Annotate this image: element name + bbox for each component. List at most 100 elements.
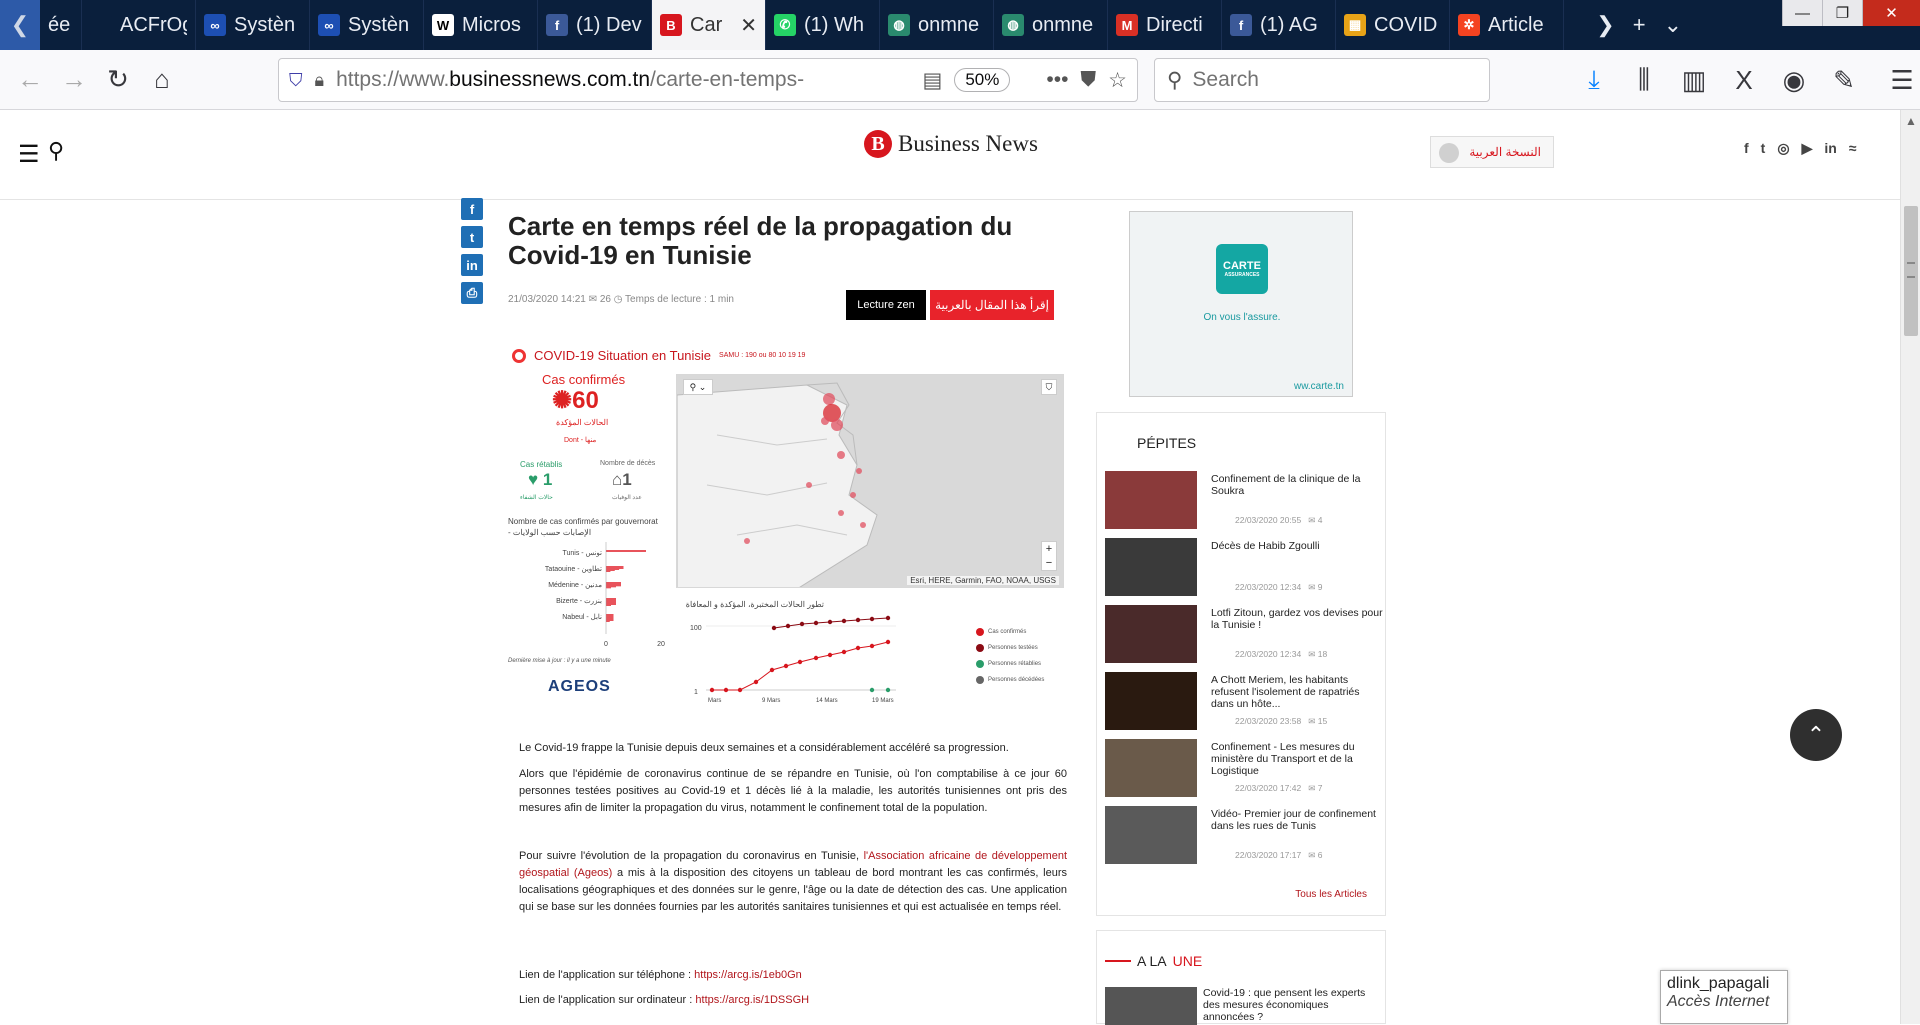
tab-5[interactable]: f (1) Dev <box>538 0 652 50</box>
pepite-thumbnail[interactable] <box>1105 739 1197 797</box>
bookmark-star-icon[interactable]: ☆ <box>1108 68 1127 93</box>
pepite-item[interactable]: Vidéo- Premier jour de confinement dans … <box>1105 806 1385 868</box>
site-menu-icon[interactable]: ☰ <box>18 140 40 169</box>
pepite-thumbnail[interactable] <box>1105 605 1197 663</box>
tab-11[interactable]: f (1) AG <box>1222 0 1336 50</box>
close-window-button[interactable]: ✕ <box>1862 0 1920 26</box>
pepite-item[interactable]: A Chott Meriem, les habitants refusent l… <box>1105 672 1385 734</box>
rss-icon[interactable]: ≈ <box>1849 140 1857 157</box>
tab-6[interactable]: B Car ✕ <box>652 0 766 50</box>
reload-button[interactable]: ↻ <box>96 58 140 102</box>
phone-app-link[interactable]: https://arcg.is/1eb0Gn <box>694 969 802 981</box>
url-bar[interactable]: ⛉ 🔒︎ https://www.businessnews.com.tn/car… <box>278 58 1138 102</box>
tab-10[interactable]: M Directi <box>1108 0 1222 50</box>
home-button[interactable]: ⌂ <box>140 58 184 102</box>
a-la-une-thumbnail[interactable] <box>1105 987 1197 1025</box>
tab-2[interactable]: ∞ Systèn <box>196 0 310 50</box>
new-tab-button[interactable]: + <box>1633 12 1646 38</box>
scroll-tabs-left-button[interactable]: ❮ <box>0 0 40 50</box>
tab-1[interactable]: ACFrOgCr <box>82 0 196 50</box>
shield-icon[interactable]: ⛉ <box>289 70 303 91</box>
pepite-title[interactable]: Décès de Habib Zgoulli <box>1211 540 1385 552</box>
desktop-app-link[interactable]: https://arcg.is/1DSSGH <box>695 994 809 1006</box>
close-tab-icon[interactable]: ✕ <box>740 13 757 38</box>
list-all-tabs-button[interactable]: ⌄ <box>1664 12 1682 38</box>
governorate-chart-title: Nombre de cas confirmés par gouvernorat … <box>508 517 658 537</box>
tab-4[interactable]: W Micros <box>424 0 538 50</box>
businessnews-icon: B <box>660 14 682 36</box>
zoom-indicator[interactable]: 50% <box>954 68 1011 92</box>
pepite-item[interactable]: Confinement - Les mesures du ministère d… <box>1105 739 1385 801</box>
tab-7[interactable]: ✆ (1) Wh <box>766 0 880 50</box>
pepite-title[interactable]: Confinement - Les mesures du ministère d… <box>1211 741 1385 777</box>
tab-label: Directi <box>1146 13 1203 36</box>
linkedin-icon[interactable]: in <box>1824 140 1836 157</box>
page-actions-icon[interactable]: ••• <box>1046 68 1068 92</box>
pepite-item[interactable]: Lotfi Zitoun, gardez vos devises pour la… <box>1105 605 1385 667</box>
share-twitter-icon[interactable]: t <box>461 226 483 248</box>
share-facebook-icon[interactable]: f <box>461 198 483 220</box>
zoom-in-button[interactable]: + <box>1046 543 1052 555</box>
tab-13[interactable]: ✲ Article <box>1450 0 1564 50</box>
bar <box>606 569 611 572</box>
pepite-item[interactable]: Décès de Habib Zgoulli 22/03/2020 12:34 … <box>1105 538 1385 600</box>
instagram-icon[interactable]: ◎ <box>1777 140 1789 157</box>
lock-icon[interactable]: 🔒︎ <box>315 70 325 91</box>
account-icon[interactable]: ◉ <box>1772 58 1816 102</box>
a-la-une-item-title[interactable]: Covid-19 : que pensent les experts des m… <box>1203 987 1379 1023</box>
dont-label: Dont - منها <box>564 437 597 444</box>
pepite-thumbnail[interactable] <box>1105 672 1197 730</box>
pepite-views: 6 <box>1317 850 1323 860</box>
pocket-icon[interactable]: ⛊ <box>1080 68 1096 92</box>
tunisia-map[interactable]: ⚲ ⌄ ⛉ + − Esri, HERE, Garmin, FAO, NOAA, … <box>676 374 1064 588</box>
map-bookmark-icon[interactable]: ⛉ <box>1041 379 1057 395</box>
print-icon[interactable]: ⎙ <box>461 282 483 304</box>
samu-number: SAMU : 190 ou 80 10 19 19 <box>719 352 806 359</box>
all-articles-link[interactable]: Tous les Articles <box>1295 889 1367 900</box>
library-icon[interactable]: ⫼ <box>1622 58 1666 102</box>
tab-8[interactable]: ◍ onmne <box>880 0 994 50</box>
forward-button[interactable]: → <box>52 58 96 102</box>
lecture-zen-button[interactable]: Lecture zen <box>846 290 926 320</box>
zoom-out-button[interactable]: − <box>1046 557 1052 569</box>
tab-3[interactable]: ∞ Systèn <box>310 0 424 50</box>
sidebar-icon[interactable]: ▥ <box>1672 58 1716 102</box>
pepite-title[interactable]: Lotfi Zitoun, gardez vos devises pour la… <box>1211 607 1385 631</box>
pepite-title[interactable]: Confinement de la clinique de la Soukra <box>1211 473 1385 497</box>
site-search-icon[interactable]: ⚲ <box>48 138 64 164</box>
pepite-item[interactable]: Confinement de la clinique de la Soukra … <box>1105 471 1385 533</box>
minimize-button[interactable]: — <box>1782 0 1822 26</box>
map-layers-button[interactable]: ⚲ ⌄ <box>683 379 713 395</box>
tab-12[interactable]: ▦ COVID <box>1336 0 1450 50</box>
extension-icon[interactable]: ✎ <box>1822 58 1866 102</box>
pepite-title[interactable]: A Chott Meriem, les habitants refusent l… <box>1211 674 1385 710</box>
extension-x-icon[interactable]: X <box>1722 58 1766 102</box>
site-logo[interactable]: B Business News <box>864 130 1038 158</box>
tab-0[interactable]: ée <box>40 0 82 50</box>
twitter-icon[interactable]: t <box>1761 140 1766 157</box>
bar-label: Nabeul - نابل <box>562 613 602 621</box>
menu-icon[interactable]: ☰ <box>1880 58 1920 102</box>
pepite-thumbnail[interactable] <box>1105 538 1197 596</box>
pepite-thumbnail[interactable] <box>1105 806 1197 864</box>
pepite-title[interactable]: Vidéo- Premier jour de confinement dans … <box>1211 808 1385 832</box>
carte-assurances-ad[interactable]: CARTE ASSURANCES On vous l'assure. ww.car… <box>1129 211 1353 397</box>
arabic-version-button[interactable]: النسخة العربية <box>1430 136 1554 168</box>
page-scrollbar[interactable]: ▲ <box>1900 110 1920 1024</box>
url-text[interactable]: https://www.businessnews.com.tn/carte-en… <box>336 68 804 92</box>
share-linkedin-icon[interactable]: in <box>461 254 483 276</box>
restore-button[interactable]: ❐ <box>1822 0 1862 26</box>
tab-9[interactable]: ◍ onmne <box>994 0 1108 50</box>
scroll-up-arrow[interactable]: ▲ <box>1901 114 1920 128</box>
search-bar[interactable]: ⚲ Search <box>1154 58 1490 102</box>
youtube-icon[interactable]: ▶ <box>1802 140 1813 157</box>
downloads-icon[interactable]: ⤓ <box>1572 58 1616 102</box>
legend-label: Cas confirmés <box>988 629 1027 635</box>
back-to-top-button[interactable]: ⌃ <box>1790 709 1842 761</box>
back-button[interactable]: ← <box>8 58 52 102</box>
reader-view-icon[interactable]: ▤ <box>922 68 942 93</box>
scroll-tabs-right-button[interactable]: ❯ <box>1596 12 1614 38</box>
read-arabic-button[interactable]: إقرأ هذا المقال بالعربية <box>930 290 1054 320</box>
pepite-thumbnail[interactable] <box>1105 471 1197 529</box>
facebook-icon[interactable]: f <box>1744 140 1749 157</box>
